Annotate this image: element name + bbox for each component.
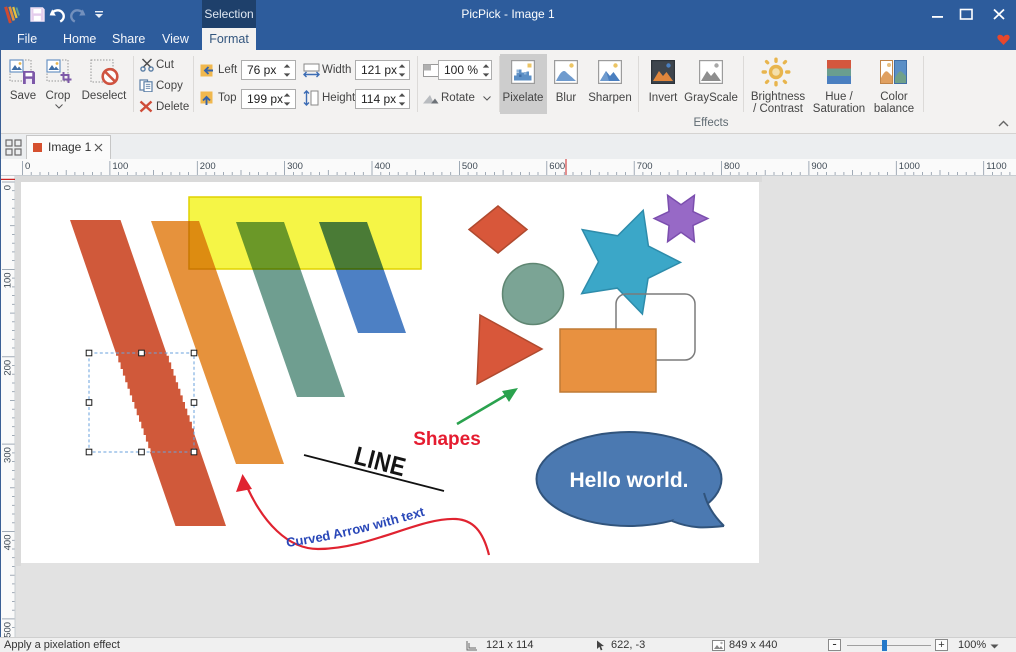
svg-text:300: 300 (287, 161, 303, 172)
svg-text:400: 400 (375, 161, 391, 172)
svg-text:1000: 1000 (899, 161, 920, 172)
svg-text:200: 200 (200, 161, 216, 172)
svg-text:500: 500 (462, 161, 478, 172)
svg-text:1100: 1100 (986, 161, 1006, 172)
svg-text:Hello world.: Hello world. (569, 469, 688, 492)
svg-text:900: 900 (811, 161, 827, 172)
svg-text:800: 800 (724, 161, 740, 172)
svg-text:LINE: LINE (351, 442, 409, 483)
svg-text:700: 700 (637, 161, 653, 172)
svg-text:0: 0 (25, 161, 30, 172)
svg-text:Shapes: Shapes (413, 429, 481, 450)
svg-text:600: 600 (549, 161, 565, 172)
svg-text:100: 100 (112, 161, 128, 172)
